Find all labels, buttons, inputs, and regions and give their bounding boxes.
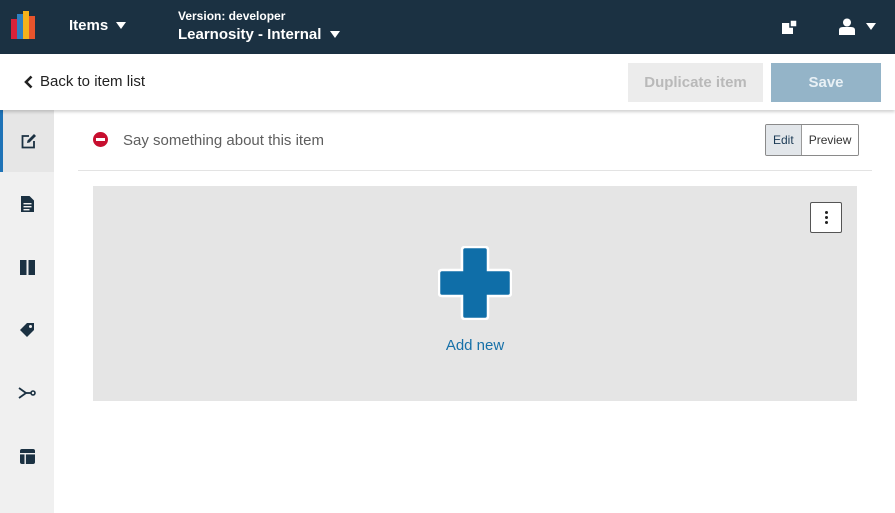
items-menu[interactable]: Items	[69, 17, 127, 34]
remove-icon[interactable]	[93, 132, 108, 147]
top-navbar: Items Version: developer Learnosity - In…	[0, 0, 895, 54]
back-link-label: Back to item list	[40, 73, 146, 90]
version-selector[interactable]: Version: developer Learnosity - Internal	[178, 9, 341, 43]
document-icon	[20, 196, 34, 212]
plus-icon	[437, 245, 513, 321]
item-description-row: Say something about this item Edit Previ…	[78, 118, 872, 171]
more-options-button[interactable]	[810, 202, 842, 233]
back-to-item-list-link[interactable]: Back to item list	[24, 73, 145, 90]
items-menu-label: Items	[69, 17, 109, 34]
sidebar	[0, 110, 54, 513]
user-menu[interactable]	[839, 18, 876, 35]
edit-preview-toggle: Edit Preview	[765, 124, 860, 156]
sidebar-item-edit[interactable]	[0, 110, 54, 172]
kebab-dot	[824, 216, 828, 219]
sidebar-item-versions[interactable]	[0, 362, 54, 424]
item-layout-canvas: Add new	[93, 186, 857, 401]
edit-mode-button[interactable]: Edit	[766, 125, 802, 155]
preview-mode-button[interactable]: Preview	[801, 125, 859, 155]
item-description-input[interactable]: Say something about this item	[123, 132, 324, 149]
duplicate-item-button[interactable]: Duplicate item	[628, 63, 763, 102]
learnosity-logo-icon[interactable]	[11, 11, 41, 41]
item-toolbar: Back to item list Duplicate item Save	[0, 54, 895, 110]
add-new-button[interactable]: Add new	[437, 245, 513, 354]
tag-icon	[20, 323, 34, 337]
layout-switch-icon[interactable]	[781, 18, 799, 36]
sidebar-item-settings[interactable]	[0, 236, 54, 298]
sidebar-item-tags[interactable]	[0, 299, 54, 361]
caret-down-icon	[330, 31, 341, 38]
sidebar-item-details[interactable]	[0, 173, 54, 235]
branch-icon	[18, 387, 36, 399]
kebab-dot	[824, 211, 828, 214]
version-label: Version: developer	[178, 9, 286, 23]
kebab-dot	[824, 221, 828, 224]
layout-icon	[19, 448, 35, 464]
org-name: Learnosity - Internal	[178, 26, 322, 43]
user-icon	[839, 18, 855, 35]
chevron-left-icon	[24, 75, 33, 88]
edit-icon	[21, 133, 36, 148]
caret-down-icon	[866, 23, 876, 30]
add-new-label: Add new	[445, 337, 505, 354]
caret-down-icon	[116, 22, 127, 29]
save-button[interactable]: Save	[771, 63, 881, 102]
book-icon	[19, 259, 35, 275]
sidebar-item-layout[interactable]	[0, 425, 54, 487]
